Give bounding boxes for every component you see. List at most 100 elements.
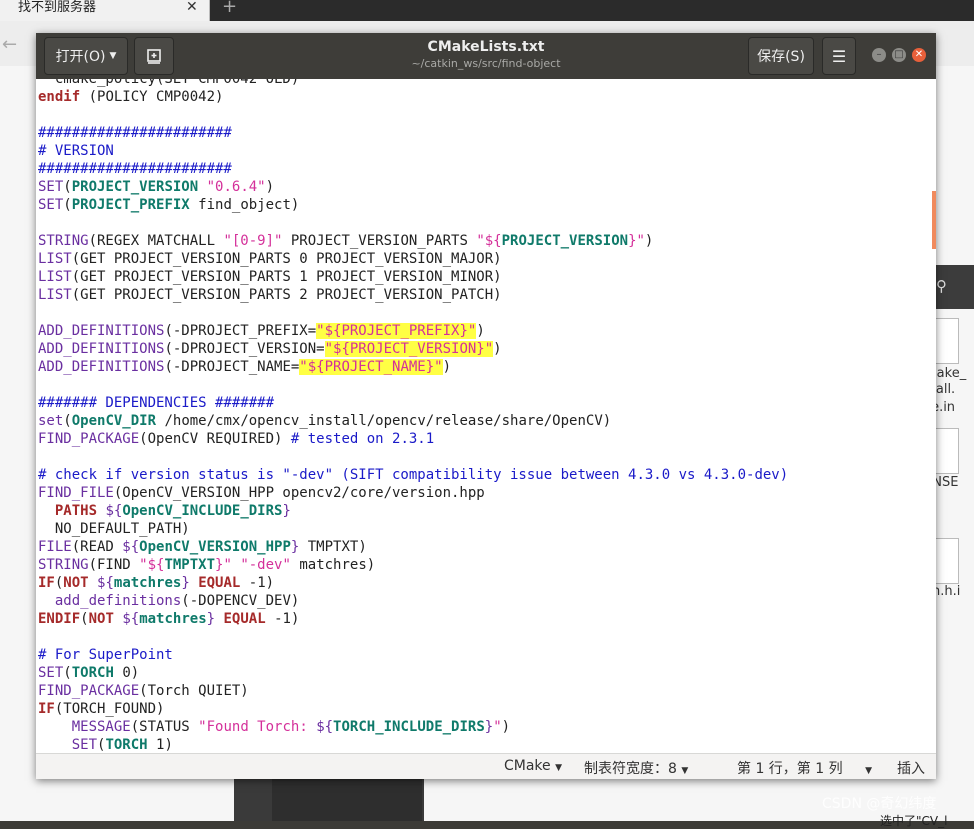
code-line: # For SuperPoint: [38, 646, 788, 664]
code-token: ${: [316, 719, 334, 735]
code-token: # For SuperPoint: [38, 647, 173, 663]
code-token: (: [80, 611, 89, 627]
code-token: }: [206, 611, 216, 627]
code-token: # VERSION: [38, 143, 114, 159]
code-token: ): [265, 179, 275, 195]
code-token: "${PROJECT_VERSION}": [324, 341, 494, 357]
code-token: (: [63, 665, 72, 681]
scrollbar-thumb[interactable]: [932, 191, 936, 249]
code-token: (GET PROJECT_VERSION_PARTS 1 PROJECT_VER…: [71, 269, 502, 285]
code-token: ADD_DEFINITIONS: [38, 323, 165, 339]
code-token: PROJECT_VERSION: [71, 179, 199, 195]
code-line: SET(TORCH 0): [38, 664, 788, 682]
code-line: LIST(GET PROJECT_VERSION_PARTS 2 PROJECT…: [38, 286, 788, 304]
minimize-icon[interactable]: –: [872, 48, 886, 62]
code-token: (-DPROJECT_VERSION=: [164, 341, 325, 357]
close-icon[interactable]: ✕: [186, 0, 198, 14]
code-line: ENDIF(NOT ${matchres} EQUAL -1): [38, 610, 788, 628]
code-token: (: [63, 179, 72, 195]
code-line: #######################: [38, 124, 788, 142]
code-token: (GET PROJECT_VERSION_PARTS 2 PROJECT_VER…: [71, 287, 502, 303]
code-token: LIST: [38, 269, 72, 285]
code-line: SET(PROJECT_PREFIX find_object): [38, 196, 788, 214]
code-token: (REGEX MATCHALL: [88, 233, 224, 249]
code-token: "${: [476, 233, 502, 249]
code-token: PATHS: [54, 503, 98, 519]
code-token: matchres: [139, 611, 207, 627]
code-token: "${: [139, 557, 165, 573]
code-token: -1): [240, 575, 275, 591]
maximize-icon[interactable]: □: [892, 48, 906, 62]
code-token: STRING: [38, 557, 89, 573]
cursor-position-selector[interactable]: 第 1 行，第 1 列 ▼: [737, 758, 872, 778]
code-token: IF: [38, 575, 55, 591]
file-icon[interactable]: [936, 428, 959, 474]
code-token: PROJECT_VERSION: [501, 233, 629, 249]
code-token: }": [628, 233, 645, 249]
code-line: PATHS ${OpenCV_INCLUDE_DIRS}: [38, 502, 788, 520]
insert-mode-label[interactable]: 插入: [897, 758, 925, 778]
code-line: NO_DEFAULT_PATH): [38, 520, 788, 538]
code-token: ${: [122, 611, 140, 627]
browser-tab[interactable]: 找不到服务器 ✕: [0, 0, 210, 21]
file-icon[interactable]: [936, 318, 959, 364]
search-icon[interactable]: ⚲: [936, 277, 947, 295]
code-token: ${: [97, 575, 114, 591]
code-token: ): [501, 719, 511, 735]
code-editor[interactable]: cmake_policy(SET CMP0042 OLD) endif (POLI…: [36, 79, 936, 753]
code-token: "-dev": [240, 557, 291, 573]
code-token: ): [644, 233, 654, 249]
watermark: CSDN @奇幻纬度: [822, 796, 937, 812]
status-bar: CMake ▼ 制表符宽度：8 ▼ 第 1 行，第 1 列 ▼ 插入: [36, 753, 936, 779]
code-token: "${PROJECT_NAME}": [299, 359, 443, 375]
code-token: }: [484, 719, 494, 735]
code-token: ####### DEPENDENCIES #######: [38, 395, 275, 411]
code-token: SET: [38, 665, 64, 681]
open-button[interactable]: 打开(O) ▼: [44, 37, 128, 75]
code-line: SET(PROJECT_VERSION "0.6.4"): [38, 178, 788, 196]
code-token: cmake_policy(SET CMP0042 OLD): [38, 79, 300, 87]
code-token: #######################: [38, 161, 232, 177]
tab-width-selector[interactable]: 制表符宽度：8 ▼: [584, 758, 688, 778]
code-text[interactable]: cmake_policy(SET CMP0042 OLD) endif (POLI…: [38, 79, 788, 753]
code-token: ": [493, 719, 502, 735]
code-token: (-DPROJECT_NAME=: [164, 359, 300, 375]
close-window-icon[interactable]: ✕: [912, 48, 926, 62]
code-token: matchres): [290, 557, 376, 573]
new-tab-icon[interactable]: +: [222, 0, 237, 17]
file-icon[interactable]: [936, 538, 959, 584]
new-tab-button[interactable]: [134, 37, 174, 75]
code-line: cmake_policy(SET CMP0042 OLD): [38, 79, 788, 88]
code-token: }: [181, 575, 190, 591]
code-token: TORCH: [71, 665, 114, 681]
language-selector[interactable]: CMake ▼: [504, 758, 562, 774]
code-token: (TORCH_FOUND): [54, 701, 165, 717]
code-token: find_object): [189, 197, 300, 213]
code-token: "${PROJECT_PREFIX}": [316, 323, 477, 339]
code-token: "0.6.4": [206, 179, 266, 195]
code-line: ####### DEPENDENCIES #######: [38, 394, 788, 412]
code-token: NO_DEFAULT_PATH): [38, 521, 190, 537]
code-token: SET: [71, 737, 98, 753]
code-token: ): [493, 341, 502, 357]
back-arrow-icon[interactable]: ←: [2, 34, 17, 55]
code-token: -1): [265, 611, 300, 627]
code-line: IF(NOT ${matchres} EQUAL -1): [38, 574, 788, 592]
code-token: (-DOPENCV_DEV): [181, 593, 300, 609]
chevron-down-icon: ▼: [555, 763, 563, 773]
code-token: (FIND: [88, 557, 140, 573]
code-token: LIST: [38, 251, 72, 267]
save-button[interactable]: 保存(S): [748, 37, 814, 75]
menu-button[interactable]: ☰: [822, 37, 856, 75]
open-button-label: 打开(O): [55, 49, 106, 65]
code-line: set(OpenCV_DIR /home/cmx/opencv_install/…: [38, 412, 788, 430]
